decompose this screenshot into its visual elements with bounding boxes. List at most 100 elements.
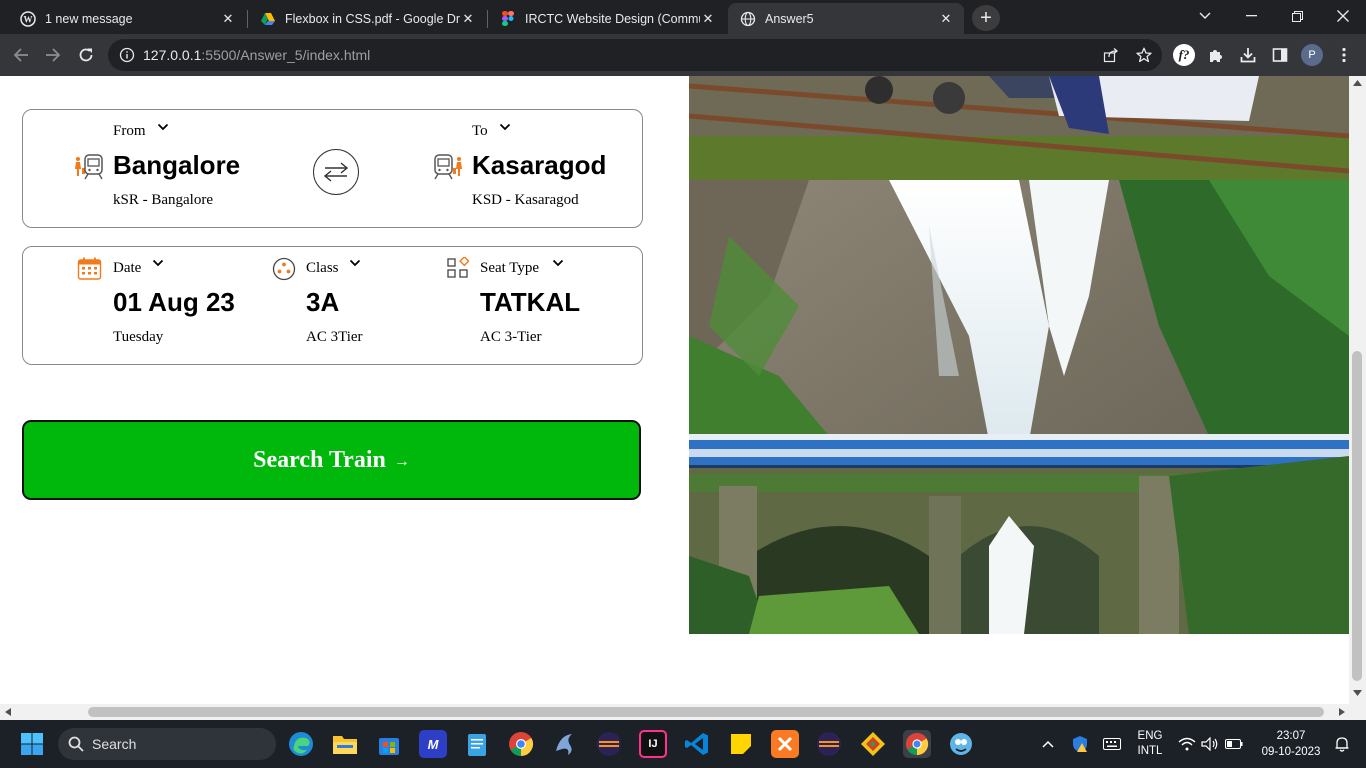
hero-train-image (689, 76, 1349, 634)
seat-type-value: TATKAL (480, 287, 581, 317)
tab-close-icon[interactable]: ✕ (460, 11, 476, 27)
search-icon (68, 736, 84, 752)
git-tool-icon[interactable] (859, 730, 887, 758)
date-label: Date (113, 260, 142, 276)
profile-avatar[interactable]: P (1297, 40, 1327, 70)
wifi-icon[interactable] (1176, 720, 1198, 768)
chevron-down-icon[interactable] (552, 259, 564, 267)
search-train-button[interactable]: Search Train → (22, 420, 641, 500)
keyboard-icon[interactable] (1100, 720, 1124, 768)
horizontal-scroll-thumb[interactable] (88, 707, 1324, 717)
class-value: 3A (306, 287, 340, 317)
journey-card: From Bangalore kSR - Bangalore To Kasara… (22, 109, 643, 228)
fonts-extension-icon[interactable]: f? (1169, 40, 1199, 70)
from-city: Bangalore (113, 150, 241, 180)
back-button[interactable] (6, 40, 36, 70)
minimize-button[interactable] (1228, 0, 1274, 32)
tab-close-icon[interactable]: ✕ (938, 11, 954, 27)
chevron-down-icon[interactable] (349, 259, 361, 267)
editor-app-icon[interactable]: M (419, 730, 447, 758)
class-seat-icon (272, 257, 296, 281)
download-icon[interactable] (1233, 40, 1263, 70)
chevron-down-icon[interactable] (157, 123, 169, 131)
tab-close-icon[interactable]: ✕ (700, 11, 716, 27)
restore-button[interactable] (1274, 0, 1320, 32)
intellij-icon[interactable]: IJ (639, 730, 667, 758)
svg-text:W: W (24, 14, 33, 24)
sticky-notes-icon[interactable] (727, 730, 755, 758)
passenger-train-icon (434, 154, 462, 180)
swap-arrows-icon (323, 162, 349, 182)
extensions-puzzle-icon[interactable] (1201, 40, 1231, 70)
to-city: Kasaragod (472, 150, 607, 180)
security-shield-icon[interactable] (1068, 720, 1092, 768)
date-value: 01 Aug 23 (113, 287, 235, 317)
edge-browser-icon[interactable] (287, 730, 315, 758)
battery-icon[interactable] (1222, 720, 1246, 768)
vscode-icon[interactable] (683, 730, 711, 758)
tab-strip: W 1 new message ✕ Flexbox in CSS.pdf - G… (0, 0, 1366, 34)
chrome-profile-taskbar-icon[interactable] (903, 730, 931, 758)
volume-icon[interactable] (1199, 720, 1221, 768)
arrow-right-icon: → (393, 453, 410, 470)
to-station: KSD - Kasaragod (472, 192, 579, 208)
address-bar[interactable]: 127.0.0.1:5500/Answer_5/index.html (108, 39, 1162, 71)
calendar-icon (77, 257, 102, 280)
feather-app-icon[interactable] (947, 730, 975, 758)
globe-icon (740, 11, 756, 27)
browser-toolbar: 127.0.0.1:5500/Answer_5/index.html f? P (0, 34, 1366, 76)
from-label: From (113, 123, 146, 139)
site-info-icon[interactable] (119, 47, 135, 63)
close-window-button[interactable] (1320, 0, 1366, 32)
tab-search-icon[interactable] (1182, 0, 1228, 32)
passenger-train-icon (75, 154, 103, 180)
system-clock[interactable]: 23:07 09-10-2023 (1252, 720, 1330, 768)
chevron-down-icon[interactable] (152, 259, 164, 267)
seat-type-label: Seat Type (480, 260, 540, 276)
eclipse-ide-icon[interactable] (815, 730, 843, 758)
chrome-menu-icon[interactable] (1329, 40, 1359, 70)
tray-overflow-chevron-icon[interactable] (1038, 720, 1058, 768)
notepad-icon[interactable] (463, 730, 491, 758)
share-icon[interactable] (1096, 39, 1126, 71)
chrome-browser-icon[interactable] (507, 730, 535, 758)
page-viewport: From Bangalore kSR - Bangalore To Kasara… (0, 76, 1366, 704)
vertical-scroll-thumb[interactable] (1352, 351, 1362, 681)
tab-google-drive[interactable]: Flexbox in CSS.pdf - Google Driv ✕ (248, 3, 486, 34)
seat-grid-icon (447, 257, 469, 278)
xampp-icon[interactable] (771, 730, 799, 758)
class-label: Class (306, 260, 339, 276)
travel-details-card: Date 01 Aug 23 Tuesday Class 3A AC 3Tier… (22, 246, 643, 365)
swap-stations-button[interactable] (313, 149, 359, 195)
windows-taskbar: Search M IJ ENG INTL 23:07 09-10-2023 (0, 720, 1366, 768)
reload-icon[interactable] (71, 40, 101, 70)
figma-icon (500, 10, 516, 27)
wordpress-icon: W (20, 10, 36, 27)
date-day: Tuesday (113, 329, 164, 345)
mysql-workbench-icon[interactable] (551, 730, 579, 758)
seat-type-description: AC 3-Tier (480, 329, 542, 345)
file-explorer-icon[interactable] (331, 730, 359, 758)
side-panel-icon[interactable] (1265, 40, 1295, 70)
horizontal-scrollbar[interactable] (0, 704, 1366, 720)
microsoft-store-icon[interactable] (375, 730, 403, 758)
windows-start-icon[interactable] (18, 730, 46, 758)
notification-bell-icon[interactable] (1330, 720, 1354, 768)
to-label: To (472, 123, 488, 139)
taskbar-search-box[interactable]: Search (58, 728, 276, 760)
url-text: 127.0.0.1:5500/Answer_5/index.html (143, 47, 371, 63)
chevron-down-icon[interactable] (499, 123, 511, 131)
forward-button[interactable] (38, 40, 68, 70)
tab-answer5[interactable]: Answer5 ✕ (728, 3, 964, 34)
bookmark-star-icon[interactable] (1129, 39, 1159, 71)
tab-figma[interactable]: IRCTC Website Design (Commun ✕ (488, 3, 726, 34)
eclipse-icon[interactable] (595, 730, 623, 758)
class-description: AC 3Tier (306, 329, 363, 345)
from-station: kSR - Bangalore (113, 192, 213, 208)
tab-close-icon[interactable]: ✕ (220, 11, 236, 27)
tab-messages[interactable]: W 1 new message ✕ (8, 3, 246, 34)
new-tab-button[interactable]: + (972, 5, 1000, 31)
google-drive-icon (260, 11, 276, 27)
vertical-scrollbar[interactable] (1349, 76, 1366, 704)
input-language-indicator[interactable]: ENG INTL (1132, 720, 1168, 768)
